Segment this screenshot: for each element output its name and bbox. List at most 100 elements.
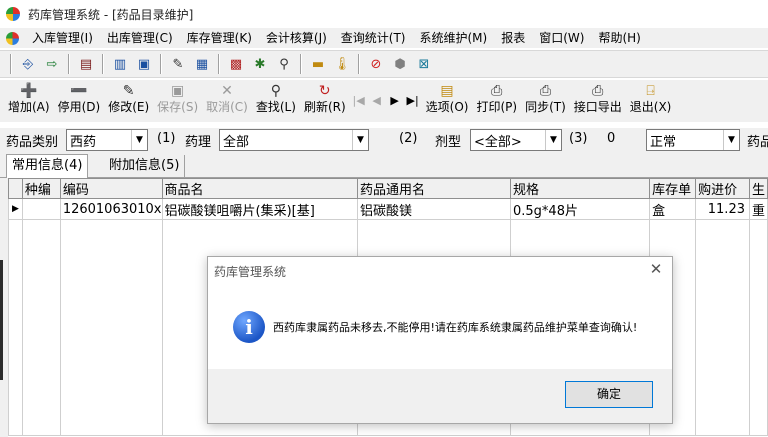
category-select[interactable]: 西药 ▼	[66, 129, 148, 151]
info-icon: i	[233, 311, 265, 343]
col-header-generic-name[interactable]: 药品通用名	[357, 178, 511, 199]
folder-icon[interactable]: ▬	[308, 54, 328, 74]
zero-value: 0	[607, 131, 616, 146]
col-header-code[interactable]: 编码	[59, 178, 163, 199]
category-label: 药品类别	[6, 135, 59, 150]
table-row[interactable]: ▶ 12601063010x 铝碳酸镁咀嚼片(集采)[基] 铝碳酸镁 0.5g*…	[8, 198, 768, 220]
first-record-icon[interactable]: |◀	[350, 80, 368, 120]
calculator-icon[interactable]: ▩	[226, 54, 246, 74]
table-icon[interactable]: ▦	[192, 54, 212, 74]
col-header-purchase-price[interactable]: 购进价	[695, 178, 750, 199]
menu-window[interactable]: 窗口(W)	[532, 28, 591, 48]
find-button[interactable]: ⚲ 查找(L)	[252, 80, 300, 120]
app-menu-icon[interactable]	[6, 31, 19, 45]
stop-icon[interactable]: ⊘	[366, 54, 386, 74]
dosage-select[interactable]: <全部> ▼	[470, 129, 562, 151]
row-indicator-header	[8, 178, 23, 199]
dialog-footer: 确定	[208, 369, 672, 423]
empty-cell	[21, 219, 61, 436]
pharmacology-hint: (2)	[399, 131, 418, 146]
status-select[interactable]: 正常 ▼	[646, 129, 740, 151]
category-value: 西药	[70, 134, 97, 150]
login-icon[interactable]: ⎆	[18, 54, 38, 74]
dialog-title: 药库管理系统	[214, 265, 287, 279]
cell-purchase-price[interactable]: 11.23	[695, 198, 750, 220]
add-icon: ➕	[20, 83, 38, 99]
title-bar: 药库管理系统 - [药品目录维护]	[0, 0, 768, 28]
edit-doc-icon[interactable]: ✎	[168, 54, 188, 74]
thermometer-icon[interactable]: 🌡	[332, 54, 352, 74]
pharmacology-value: 全部	[223, 134, 250, 150]
modify-button[interactable]: ✎ 修改(E)	[104, 80, 153, 120]
next-record-icon[interactable]: ▶	[386, 80, 404, 120]
col-header-spec[interactable]: 规格	[509, 178, 651, 199]
document-icon[interactable]: ▥	[110, 54, 130, 74]
menu-accounting[interactable]: 会计核算(J)	[259, 28, 334, 48]
menu-outbound[interactable]: 出库管理(C)	[100, 28, 180, 48]
sync-button[interactable]: ⎙ 同步(T)	[521, 80, 570, 120]
menu-report[interactable]: 报表	[494, 28, 532, 48]
cell-maker[interactable]: 重	[748, 198, 768, 220]
chevron-down-icon[interactable]: ▼	[352, 130, 368, 150]
app-logo-icon	[6, 7, 20, 21]
refresh-button[interactable]: ↻ 刷新(R)	[300, 80, 350, 120]
tools-icon[interactable]: ✱	[250, 54, 270, 74]
exit-box-icon[interactable]: ⊠	[414, 54, 434, 74]
menu-inbound[interactable]: 入库管理(I)	[25, 28, 100, 48]
last-record-icon[interactable]: ▶|	[404, 80, 422, 120]
menu-query[interactable]: 查询统计(T)	[334, 28, 413, 48]
cell-stock-unit[interactable]: 盒	[649, 198, 697, 220]
cell-spec[interactable]: 0.5g*48片	[509, 198, 651, 220]
prev-record-icon[interactable]: ◀	[368, 80, 386, 120]
book-icon[interactable]: ▤	[76, 54, 96, 74]
exit-button[interactable]: ⍈ 退出(X)	[626, 80, 676, 120]
save-icon: ▣	[171, 83, 185, 99]
exit-door-icon: ⍈	[646, 83, 655, 99]
image-icon[interactable]: ▣	[134, 54, 154, 74]
chevron-down-icon[interactable]: ▼	[723, 130, 739, 150]
logout-icon[interactable]: ⇨	[42, 54, 62, 74]
menu-system[interactable]: 系统维护(M)	[413, 28, 495, 48]
tab-common-info[interactable]: 常用信息(4)	[6, 154, 89, 179]
cell-trade-name[interactable]: 铝碳酸镁咀嚼片(集采)[基]	[161, 198, 358, 220]
options-button[interactable]: ▤ 选项(O)	[422, 80, 473, 120]
empty-cell	[695, 219, 750, 436]
pharmacology-select[interactable]: 全部 ▼	[219, 129, 369, 151]
menu-inventory[interactable]: 库存管理(K)	[180, 28, 259, 48]
table-header-row: 种编 编码 商品名 药品通用名 规格 库存单 购进价 生	[8, 178, 768, 199]
col-header-stock-unit[interactable]: 库存单	[649, 178, 697, 199]
category-hint: (1)	[157, 131, 176, 146]
icon-toolbar: ⎆ ⇨ ▤ ▥ ▣ ✎ ▦ ▩ ✱ ⚲ ▬ 🌡 ⊘ ⬢ ⊠	[0, 50, 768, 78]
action-toolbar: ➕ 增加(A) ➖ 停用(D) ✎ 修改(E) ▣ 保存(S) ✕ 取消(C) …	[0, 80, 768, 122]
filter-bar: 药品类别 西药 ▼ (1) 药理 全部 ▼ (2) 剂型 <全部> ▼ (3) …	[0, 128, 768, 152]
cloud-icon[interactable]: ⬢	[390, 54, 410, 74]
col-header-type[interactable]: 种编	[21, 178, 61, 199]
empty-cell	[8, 219, 23, 436]
export-button[interactable]: ⎙ 接口导出	[570, 80, 626, 120]
dosage-value: <全部>	[474, 134, 522, 150]
ok-button[interactable]: 确定	[565, 381, 653, 408]
add-button[interactable]: ➕ 增加(A)	[4, 80, 54, 120]
cell-generic-name[interactable]: 铝碳酸镁	[357, 198, 511, 220]
save-button[interactable]: ▣ 保存(S)	[153, 80, 202, 120]
export-printer-icon: ⎙	[592, 83, 604, 99]
dialog-message: 西药库隶属药品未移去,不能停用!请在药库系统隶属药品维护菜单查询确认!	[273, 321, 638, 334]
col-header-maker[interactable]: 生	[748, 178, 768, 199]
col-header-trade-name[interactable]: 商品名	[161, 178, 358, 199]
cancel-button[interactable]: ✕ 取消(C)	[202, 80, 252, 120]
chevron-down-icon[interactable]: ▼	[131, 130, 147, 150]
close-icon[interactable]: ✕	[648, 261, 664, 277]
cell-code[interactable]: 12601063010x	[59, 198, 163, 220]
cell-type[interactable]	[21, 198, 61, 220]
chevron-down-icon[interactable]: ▼	[545, 130, 561, 150]
pharmacology-label: 药理	[185, 135, 212, 150]
menu-help[interactable]: 帮助(H)	[591, 28, 647, 48]
background-window-edge	[0, 260, 3, 380]
disable-button[interactable]: ➖ 停用(D)	[54, 80, 105, 120]
search-icon[interactable]: ⚲	[274, 54, 294, 74]
dosage-label: 剂型	[435, 135, 462, 150]
print-button[interactable]: ⎙ 打印(P)	[472, 80, 521, 120]
current-row-indicator-icon: ▶	[8, 198, 23, 220]
toolbar-separator	[218, 54, 220, 74]
tab-extra-info[interactable]: 附加信息(5)	[104, 155, 186, 178]
